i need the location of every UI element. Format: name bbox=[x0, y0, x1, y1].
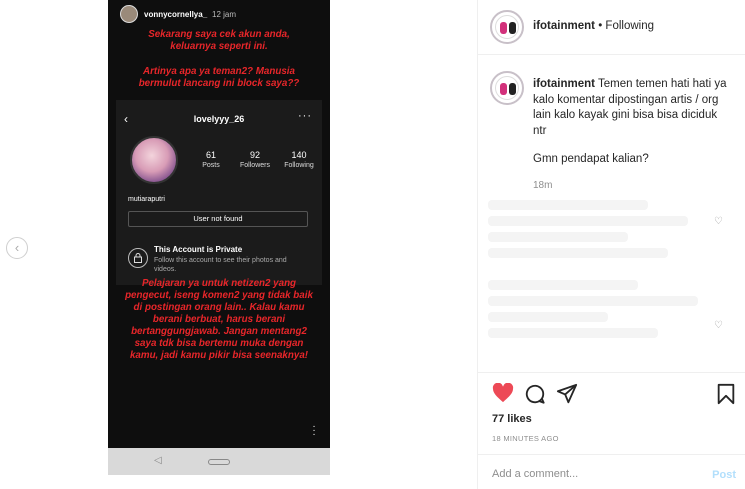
stat-following: 140 Following bbox=[284, 150, 314, 169]
media-area: ‹ vonnycornellya_ 12 jam Sekarang saya c… bbox=[0, 0, 477, 489]
post-sidebar: ifotainment • Following ifotainment Teme… bbox=[477, 0, 745, 489]
heart-icon[interactable] bbox=[492, 382, 514, 408]
avatar-logo bbox=[495, 76, 519, 100]
story-username: vonnycornellya_ bbox=[144, 10, 208, 19]
following-button[interactable]: Following bbox=[605, 20, 654, 32]
comment-icon[interactable] bbox=[524, 383, 546, 410]
header-username[interactable]: ifotainment bbox=[533, 20, 595, 32]
story-text-1: Sekarang saya cek akun anda, keluarnya s… bbox=[148, 29, 290, 52]
stat-followers: 92 Followers bbox=[240, 150, 270, 169]
avatar-logo bbox=[495, 15, 519, 39]
post-button[interactable]: Post bbox=[712, 469, 736, 481]
comment-like-icon[interactable]: ♡ bbox=[714, 216, 723, 227]
bookmark-icon[interactable] bbox=[716, 383, 736, 410]
comment-like-icon[interactable]: ♡ bbox=[714, 320, 723, 331]
comment-input[interactable] bbox=[492, 468, 692, 480]
comments-area: ♡ ♡ bbox=[488, 200, 723, 350]
private-title: This Account is Private bbox=[154, 245, 243, 254]
stat-posts: 61 Posts bbox=[202, 150, 220, 169]
story-time: 12 jam bbox=[212, 10, 237, 19]
profile-username: lovelyyy_26 bbox=[193, 114, 245, 124]
share-icon[interactable] bbox=[556, 383, 578, 410]
comment-box: Post bbox=[478, 454, 745, 489]
screenshot-image: vonnycornellya_ 12 jam Sekarang saya cek… bbox=[108, 0, 330, 475]
profile-screenshot: ‹ lovelyyy_26 ··· 61 Posts 92 Followers … bbox=[116, 100, 322, 285]
story-header: vonnycornellya_ 12 jam bbox=[108, 0, 330, 30]
post-timestamp[interactable]: 18 MINUTES AGO bbox=[492, 434, 559, 443]
more-icon: ··· bbox=[298, 110, 312, 122]
lock-icon bbox=[128, 248, 148, 268]
phone-nav-bar: ◁ bbox=[108, 448, 330, 475]
action-bar bbox=[478, 372, 745, 412]
chevron-left-icon: ‹ bbox=[14, 240, 20, 255]
user-not-found-button: User not found bbox=[128, 211, 308, 227]
private-desc: Follow this account to see their photos … bbox=[154, 257, 287, 273]
story-avatar bbox=[120, 5, 138, 23]
caption-time[interactable]: 18m bbox=[533, 180, 552, 191]
header-info: ifotainment • Following bbox=[533, 20, 654, 32]
caption-username[interactable]: ifotainment bbox=[533, 78, 595, 90]
caption-avatar[interactable] bbox=[490, 71, 524, 105]
instagram-post-view: ‹ vonnycornellya_ 12 jam Sekarang saya c… bbox=[0, 0, 745, 489]
story-text-2: Artinya apa ya teman2? Manusia bermulut … bbox=[138, 66, 300, 89]
profile-avatar bbox=[130, 136, 178, 184]
caption-question: Gmn pendapat kalian? bbox=[533, 153, 649, 165]
header-separator: • bbox=[598, 20, 603, 32]
more-vertical-icon: · · · bbox=[312, 421, 316, 440]
header-avatar[interactable] bbox=[490, 10, 524, 44]
likes-count[interactable]: 77 likes bbox=[492, 413, 532, 425]
post-header: ifotainment • Following bbox=[478, 0, 745, 55]
prev-post-button[interactable]: ‹ bbox=[6, 237, 28, 259]
triangle-back-icon: ◁ bbox=[154, 455, 162, 466]
caption-body: ifotainment Temen temen hati hati ya kal… bbox=[533, 77, 733, 139]
home-pill-icon bbox=[208, 459, 230, 465]
story-text-3: Pelajaran ya untuk netizen2 yang pengecu… bbox=[125, 278, 313, 361]
profile-name: mutiaraputri bbox=[128, 196, 165, 203]
